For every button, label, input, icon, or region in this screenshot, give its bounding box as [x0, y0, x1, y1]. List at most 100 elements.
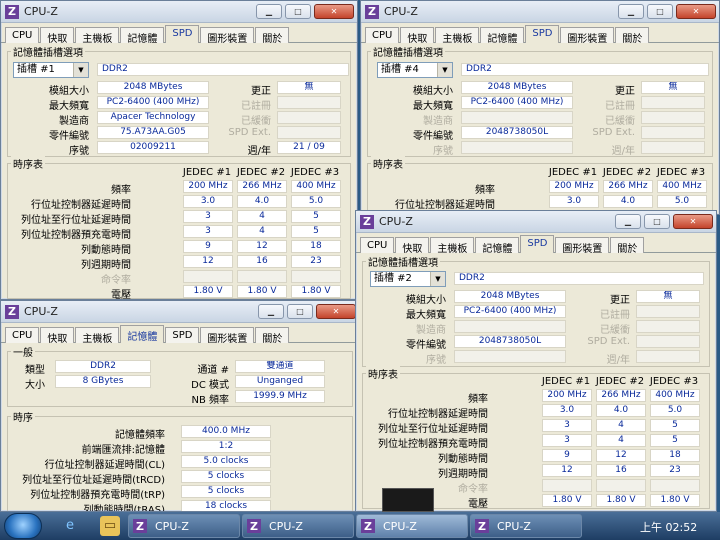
part-number-label: 零件編號: [413, 131, 453, 142]
title-bar[interactable]: Z CPU-Z ▁ □ ✕: [356, 211, 716, 233]
tab-about[interactable]: 關於: [255, 27, 290, 45]
cpuz-logo-icon: Z: [360, 214, 374, 229]
internet-explorer-icon[interactable]: e: [60, 516, 80, 536]
nb-frequency-label: NB 頻率: [191, 395, 229, 406]
timing-value: [596, 479, 646, 492]
max-bandwidth-field: PC2-6400 (400 MHz): [461, 96, 573, 109]
manufacturer-field: [461, 111, 573, 124]
spd-ext-label: SPD Ext.: [587, 336, 630, 347]
minimize-button[interactable]: ▁: [258, 304, 284, 319]
slot-select[interactable]: 插槽 #1 ▼: [13, 62, 89, 78]
timing-label: 頻率: [111, 185, 131, 196]
tab-cpu[interactable]: CPU: [360, 237, 395, 253]
tab-mainboard[interactable]: 主機板: [435, 27, 480, 45]
week-year-field: [641, 141, 705, 154]
tab-bar: CPU 快取 主機板 記憶體 SPD 圖形裝置 關於: [356, 233, 716, 255]
tab-cpu[interactable]: CPU: [365, 27, 400, 43]
tab-graphics[interactable]: 圖形裝置: [200, 27, 255, 45]
slot-select[interactable]: 插槽 #4 ▼: [377, 62, 453, 78]
maximize-button[interactable]: □: [647, 4, 673, 19]
close-button[interactable]: ✕: [316, 304, 356, 319]
dc-mode-field: Unganged: [235, 375, 325, 388]
tab-graphics[interactable]: 圖形裝置: [560, 27, 615, 45]
maximize-button[interactable]: □: [644, 214, 670, 229]
tray-popup[interactable]: [382, 488, 434, 512]
window-title: CPU-Z: [24, 5, 58, 18]
close-button[interactable]: ✕: [673, 214, 713, 229]
title-bar[interactable]: Z CPU-Z ▁ □ ✕: [361, 1, 719, 23]
start-button[interactable]: [4, 513, 42, 539]
tab-cache[interactable]: 快取: [40, 327, 75, 345]
tab-cache[interactable]: 快取: [400, 27, 435, 45]
timing-value: 4.0: [596, 404, 646, 417]
tab-memory[interactable]: 記憶體: [475, 237, 520, 255]
timing-value: 4: [596, 434, 646, 447]
tab-spd[interactable]: SPD: [165, 25, 200, 43]
module-size-field: 2048 MBytes: [97, 81, 209, 94]
minimize-button[interactable]: ▁: [615, 214, 641, 229]
jedec2-header: JEDEC #2: [602, 167, 652, 178]
type-label: 類型: [25, 365, 45, 376]
tab-memory[interactable]: 記憶體: [120, 325, 165, 343]
timing-value: 5: [650, 419, 700, 432]
maximize-button[interactable]: □: [287, 304, 313, 319]
tab-cpu[interactable]: CPU: [5, 327, 40, 343]
tab-about[interactable]: 關於: [615, 27, 650, 45]
week-year-label: 週/年: [606, 355, 630, 366]
timing-value: 5.0: [291, 195, 341, 208]
tab-bar: CPU 快取 主機板 記憶體 SPD 圖形裝置 關於: [1, 323, 359, 345]
timing-value: 1.80 V: [542, 494, 592, 507]
nb-frequency-field: 1999.9 MHz: [235, 390, 325, 403]
timing-value: 200 MHz: [549, 180, 599, 193]
timing-label: 列位址控制器預充電時間: [378, 439, 488, 450]
tab-memory[interactable]: 記憶體: [480, 27, 525, 45]
timing-value: 5 clocks: [181, 470, 271, 483]
taskbar-item-cpuz-3[interactable]: Z CPU-Z: [356, 514, 468, 538]
taskbar-item-cpuz-1[interactable]: Z CPU-Z: [128, 514, 240, 538]
system-clock[interactable]: 上午 02:52: [640, 519, 697, 535]
tab-mainboard[interactable]: 主機板: [75, 327, 120, 345]
taskbar-item-cpuz-2[interactable]: Z CPU-Z: [242, 514, 354, 538]
tab-graphics[interactable]: 圖形裝置: [555, 237, 610, 255]
cpuz-window-memory: Z CPU-Z ▁ □ ✕ CPU 快取 主機板 記憶體 SPD 圖形裝置 關於…: [0, 300, 360, 512]
timing-value: 266 MHz: [237, 180, 287, 193]
serial-field: [461, 141, 573, 154]
memory-type-field: DDR2: [97, 63, 349, 76]
tab-graphics[interactable]: 圖形裝置: [200, 327, 255, 345]
tab-cpu[interactable]: CPU: [5, 27, 40, 43]
folder-icon[interactable]: ▭: [100, 516, 120, 536]
timing-label: 列位址控制器預充電時間: [21, 230, 131, 241]
tab-spd[interactable]: SPD: [165, 327, 200, 343]
maximize-button[interactable]: □: [285, 4, 311, 19]
cpuz-window-slot4: Z CPU-Z ▁ □ ✕ CPU 快取 主機板 記憶體 SPD 圖形裝置 關於…: [360, 0, 720, 215]
tab-spd[interactable]: SPD: [520, 235, 555, 253]
chevron-down-icon: ▼: [437, 63, 452, 77]
registered-label: 已註冊: [241, 101, 271, 112]
title-bar[interactable]: Z CPU-Z ▁ □ ✕: [1, 1, 357, 23]
tab-cache[interactable]: 快取: [40, 27, 75, 45]
tab-mainboard[interactable]: 主機板: [75, 27, 120, 45]
title-bar[interactable]: Z CPU-Z ▁ □ ✕: [1, 301, 359, 323]
manufacturer-label: 製造商: [423, 116, 453, 127]
timing-value: 400.0 MHz: [181, 425, 271, 438]
timings-group-label: 時序: [11, 409, 35, 424]
max-bandwidth-label: 最大頻寬: [406, 310, 446, 321]
close-button[interactable]: ✕: [314, 4, 354, 19]
spd-ext-field: [277, 126, 341, 139]
minimize-button[interactable]: ▁: [256, 4, 282, 19]
minimize-button[interactable]: ▁: [618, 4, 644, 19]
taskbar-item-cpuz-4[interactable]: Z CPU-Z: [470, 514, 582, 538]
cpuz-logo-icon: Z: [247, 519, 261, 533]
timing-value: 9: [542, 449, 592, 462]
slot-select[interactable]: 插槽 #2 ▼: [370, 271, 446, 287]
timing-label: 命令率: [101, 275, 131, 286]
tab-about[interactable]: 關於: [255, 327, 290, 345]
tab-cache[interactable]: 快取: [395, 237, 430, 255]
tab-about[interactable]: 關於: [610, 237, 645, 255]
tab-spd[interactable]: SPD: [525, 25, 560, 43]
close-button[interactable]: ✕: [676, 4, 716, 19]
taskbar-item-label: CPU-Z: [383, 519, 417, 533]
tab-memory[interactable]: 記憶體: [120, 27, 165, 45]
timing-value: 200 MHz: [183, 180, 233, 193]
tab-mainboard[interactable]: 主機板: [430, 237, 475, 255]
